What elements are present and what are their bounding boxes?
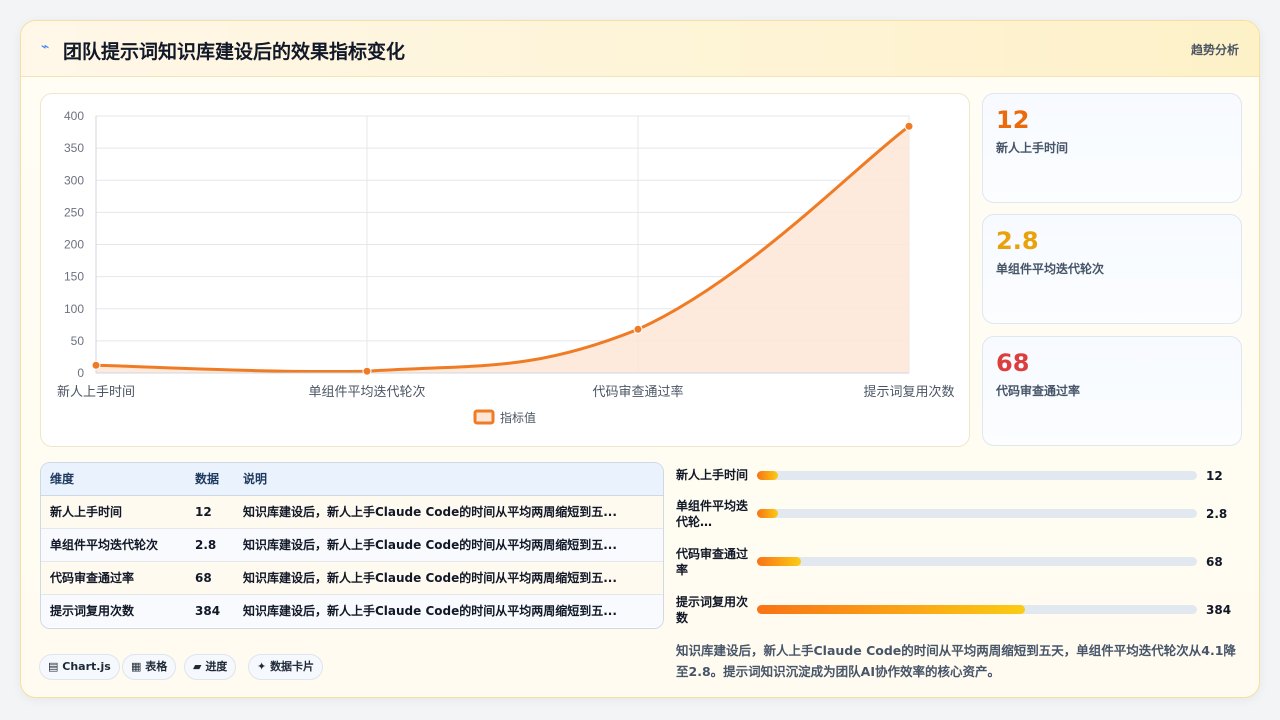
y-tick-label: 300 [64, 173, 84, 187]
table-cell: 68 [186, 561, 234, 595]
chart-card: 0 50 100 150 200 250 300 350 400 新人上手时间 单组件平均迭代轮次 代… [40, 93, 970, 447]
chip-chartjs[interactable]: ▤ Chart.js [39, 654, 120, 680]
y-tick-label: 0 [77, 366, 84, 380]
table-row: 提示词复用次数 384 知识库建设后，新人上手Claude Code的时间从平均… [41, 594, 663, 627]
y-tick-label: 200 [64, 238, 84, 252]
y-tick-label: 150 [64, 270, 84, 284]
metrics-table: 维度 数据 说明 新人上手时间 12 知识库建设后，新人上手Claude Cod… [41, 463, 663, 627]
chip-label: 表格 [145, 660, 168, 673]
table-cell: 知识库建设后，新人上手Claude Code的时间从平均两周缩短到五... [234, 495, 663, 529]
chip-label: Chart.js [62, 660, 111, 673]
legend-label: 指标值 [500, 410, 536, 425]
chip-table[interactable]: ▦ 表格 [122, 654, 177, 680]
data-point [904, 121, 914, 131]
chip-label: 数据卡片 [270, 660, 315, 673]
table-cell: 单组件平均迭代轮次 [41, 528, 186, 562]
x-tick-label: 提示词复用次数 [863, 384, 954, 400]
table-cell: 新人上手时间 [41, 495, 186, 529]
table-row: 代码审查通过率 68 知识库建设后，新人上手Claude Code的时间从平均两… [41, 561, 663, 595]
metrics-table-card: 维度 数据 说明 新人上手时间 12 知识库建设后，新人上手Claude Cod… [40, 462, 664, 629]
trend-analysis-tag: 趋势分析 [1190, 43, 1239, 57]
table-icon: ▦ [131, 660, 142, 673]
progress-fill [757, 471, 778, 480]
kpi-label: 新人上手时间 [996, 141, 1069, 155]
y-tick-label: 50 [71, 334, 85, 348]
legend-swatch [473, 409, 495, 425]
panel-header: ⌁ 团队提示词知识库建设后的效果指标变化 趋势分析 [21, 21, 1259, 77]
progress-value: 2.8 [1206, 507, 1228, 521]
progress-track [757, 509, 1197, 518]
chart-icon: ▤ [48, 660, 59, 673]
progress-value: 384 [1206, 603, 1232, 617]
table-cell: 知识库建设后，新人上手Claude Code的时间从平均两周缩短到五... [234, 594, 663, 627]
progress-label: 新人上手时间 [676, 468, 749, 482]
progress-label: 单组件平均迭代轮… [676, 499, 749, 529]
trend-icon: ⌁ [41, 39, 50, 55]
column-header: 数据 [186, 463, 234, 496]
kpi-label: 代码审查通过率 [996, 384, 1081, 398]
sparkle-icon: ✦ [257, 660, 267, 673]
series-area [96, 126, 909, 373]
chip-progress[interactable]: ▰ 进度 [184, 654, 237, 680]
progress-fill [757, 557, 801, 566]
progress-label: 代码审查通过率 [676, 547, 749, 577]
kpi-label: 单组件平均迭代轮次 [996, 262, 1105, 276]
progress-track [757, 471, 1197, 480]
table-cell: 2.8 [186, 528, 234, 562]
y-tick-label: 400 [64, 109, 84, 123]
dashboard-panel: ⌁ 团队提示词知识库建设后的效果指标变化 趋势分析 0 50 100 150 200 25… [20, 20, 1260, 698]
summary-text: 知识库建设后，新人上手Claude Code的时间从平均两周缩短到五天，单组件平… [676, 643, 1236, 679]
x-tick-label: 新人上手时间 [57, 384, 135, 400]
table-cell: 代码审查通过率 [41, 561, 186, 595]
kpi-card-onboarding: 12 新人上手时间 [982, 93, 1242, 203]
data-point [633, 324, 643, 334]
progress-track [757, 557, 1197, 566]
table-row: 新人上手时间 12 知识库建设后，新人上手Claude Code的时间从平均两周… [41, 495, 663, 529]
progress-fill [757, 509, 778, 518]
table-cell: 知识库建设后，新人上手Claude Code的时间从平均两周缩短到五... [234, 528, 663, 562]
page-title: 团队提示词知识库建设后的效果指标变化 [63, 41, 406, 63]
kpi-value: 12 [996, 106, 1030, 134]
progress-fill [757, 605, 1026, 614]
column-header: 说明 [234, 463, 663, 496]
y-tick-label: 250 [64, 205, 84, 219]
progress-icon: ▰ [193, 660, 202, 673]
x-tick-label: 代码审查通过率 [592, 384, 683, 400]
table-header-row: 维度 数据 说明 [41, 463, 663, 496]
progress-value: 12 [1206, 469, 1223, 483]
data-point [91, 360, 101, 370]
progress-track [757, 605, 1197, 614]
progress-list: 新人上手时间 12 单组件平均迭代轮… 2.8 代码审查通过率 68 提示词复用… [676, 465, 1246, 635]
kpi-card-iterations: 2.8 单组件平均迭代轮次 [982, 214, 1242, 324]
x-tick-label: 单组件平均迭代轮次 [308, 384, 425, 400]
table-cell: 12 [186, 495, 234, 529]
progress-value: 68 [1206, 555, 1223, 569]
table-row: 单组件平均迭代轮次 2.8 知识库建设后，新人上手Claude Code的时间从… [41, 528, 663, 562]
table-cell: 提示词复用次数 [41, 594, 186, 627]
y-tick-label: 350 [64, 141, 84, 155]
column-header: 维度 [41, 463, 186, 496]
kpi-value: 68 [996, 349, 1030, 377]
table-cell: 知识库建设后，新人上手Claude Code的时间从平均两周缩短到五... [234, 561, 663, 595]
y-tick-label: 100 [64, 302, 84, 316]
area-chart: 0 50 100 150 200 250 300 350 400 新人上手时间 单组件平均迭代轮次 代… [57, 109, 955, 425]
data-point [362, 366, 372, 376]
progress-label: 提示词复用次数 [676, 595, 749, 625]
kpi-value: 2.8 [996, 227, 1039, 255]
table-cell: 384 [186, 594, 234, 627]
kpi-card-review-pass-rate: 68 代码审查通过率 [982, 336, 1242, 446]
chip-data-cards[interactable]: ✦ 数据卡片 [248, 654, 324, 680]
chip-label: 进度 [205, 660, 228, 673]
